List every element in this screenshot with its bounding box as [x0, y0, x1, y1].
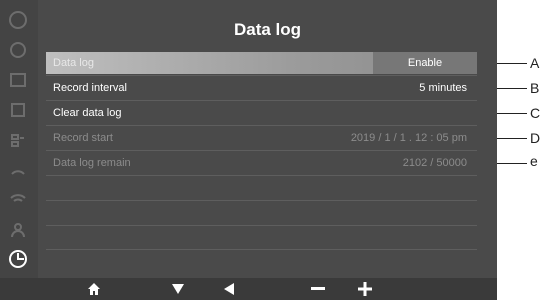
divider: [46, 150, 477, 151]
data-log-enable-value[interactable]: Enable: [373, 52, 477, 74]
callout-c: C: [530, 105, 541, 121]
divider: [46, 75, 477, 76]
bottom-nav-bar: [0, 278, 497, 300]
minus-icon[interactable]: [306, 278, 330, 300]
callout-e: e: [530, 153, 538, 169]
callout-d: D: [530, 130, 541, 146]
row-value: 5 minutes: [419, 82, 467, 94]
row-data-log-remain: Data log remain 2102 / 50000: [46, 152, 477, 174]
signal-sidebar-icon[interactable]: [8, 160, 28, 180]
callout-line-b: [497, 88, 527, 89]
callout-b: B: [530, 80, 540, 96]
user-sidebar-icon[interactable]: [8, 220, 28, 240]
callout-line-e: [497, 163, 527, 164]
calendar-sidebar-icon[interactable]: [8, 70, 28, 90]
clock-sidebar-icon[interactable]: [8, 10, 28, 30]
left-arrow-icon[interactable]: [217, 278, 241, 300]
weather-sidebar-icon[interactable]: [8, 40, 28, 60]
divider: [46, 125, 477, 126]
row-value: 2019 / 1 / 1 . 12 : 05 pm: [350, 132, 467, 144]
home-icon[interactable]: [82, 278, 106, 300]
device-screen: Data log Data log Enable Record interval…: [0, 0, 497, 300]
callout-line-a: [497, 63, 527, 64]
down-arrow-icon[interactable]: [166, 278, 190, 300]
divider: [46, 225, 477, 226]
row-record-interval[interactable]: Record interval 5 minutes: [46, 77, 477, 99]
divider: [46, 175, 477, 176]
callout-a: A: [530, 55, 540, 71]
row-data-log[interactable]: Data log Enable: [46, 52, 477, 74]
row-label: Clear data log: [53, 107, 122, 119]
row-record-start: Record start 2019 / 1 / 1 . 12 : 05 pm: [46, 127, 477, 149]
divider: [46, 200, 477, 201]
divider: [46, 100, 477, 101]
callout-line-c: [497, 113, 527, 114]
row-label: Data log remain: [53, 157, 131, 169]
network-sidebar-icon[interactable]: [8, 130, 28, 150]
row-clear-data-log[interactable]: Clear data log: [46, 102, 477, 124]
plus-icon[interactable]: [353, 278, 377, 300]
data-log-clock-icon[interactable]: [8, 249, 28, 269]
row-value: 2102 / 50000: [402, 157, 467, 169]
page-title: Data log: [233, 20, 302, 39]
callout-line-d: [497, 138, 527, 139]
sidebar: [0, 0, 38, 278]
wifi-sidebar-icon[interactable]: [8, 190, 28, 210]
row-label: Record interval: [53, 82, 127, 94]
row-label: Data log: [53, 57, 94, 69]
divider: [46, 249, 477, 250]
row-label: Record start: [53, 132, 113, 144]
grid-sidebar-icon[interactable]: [8, 100, 28, 120]
